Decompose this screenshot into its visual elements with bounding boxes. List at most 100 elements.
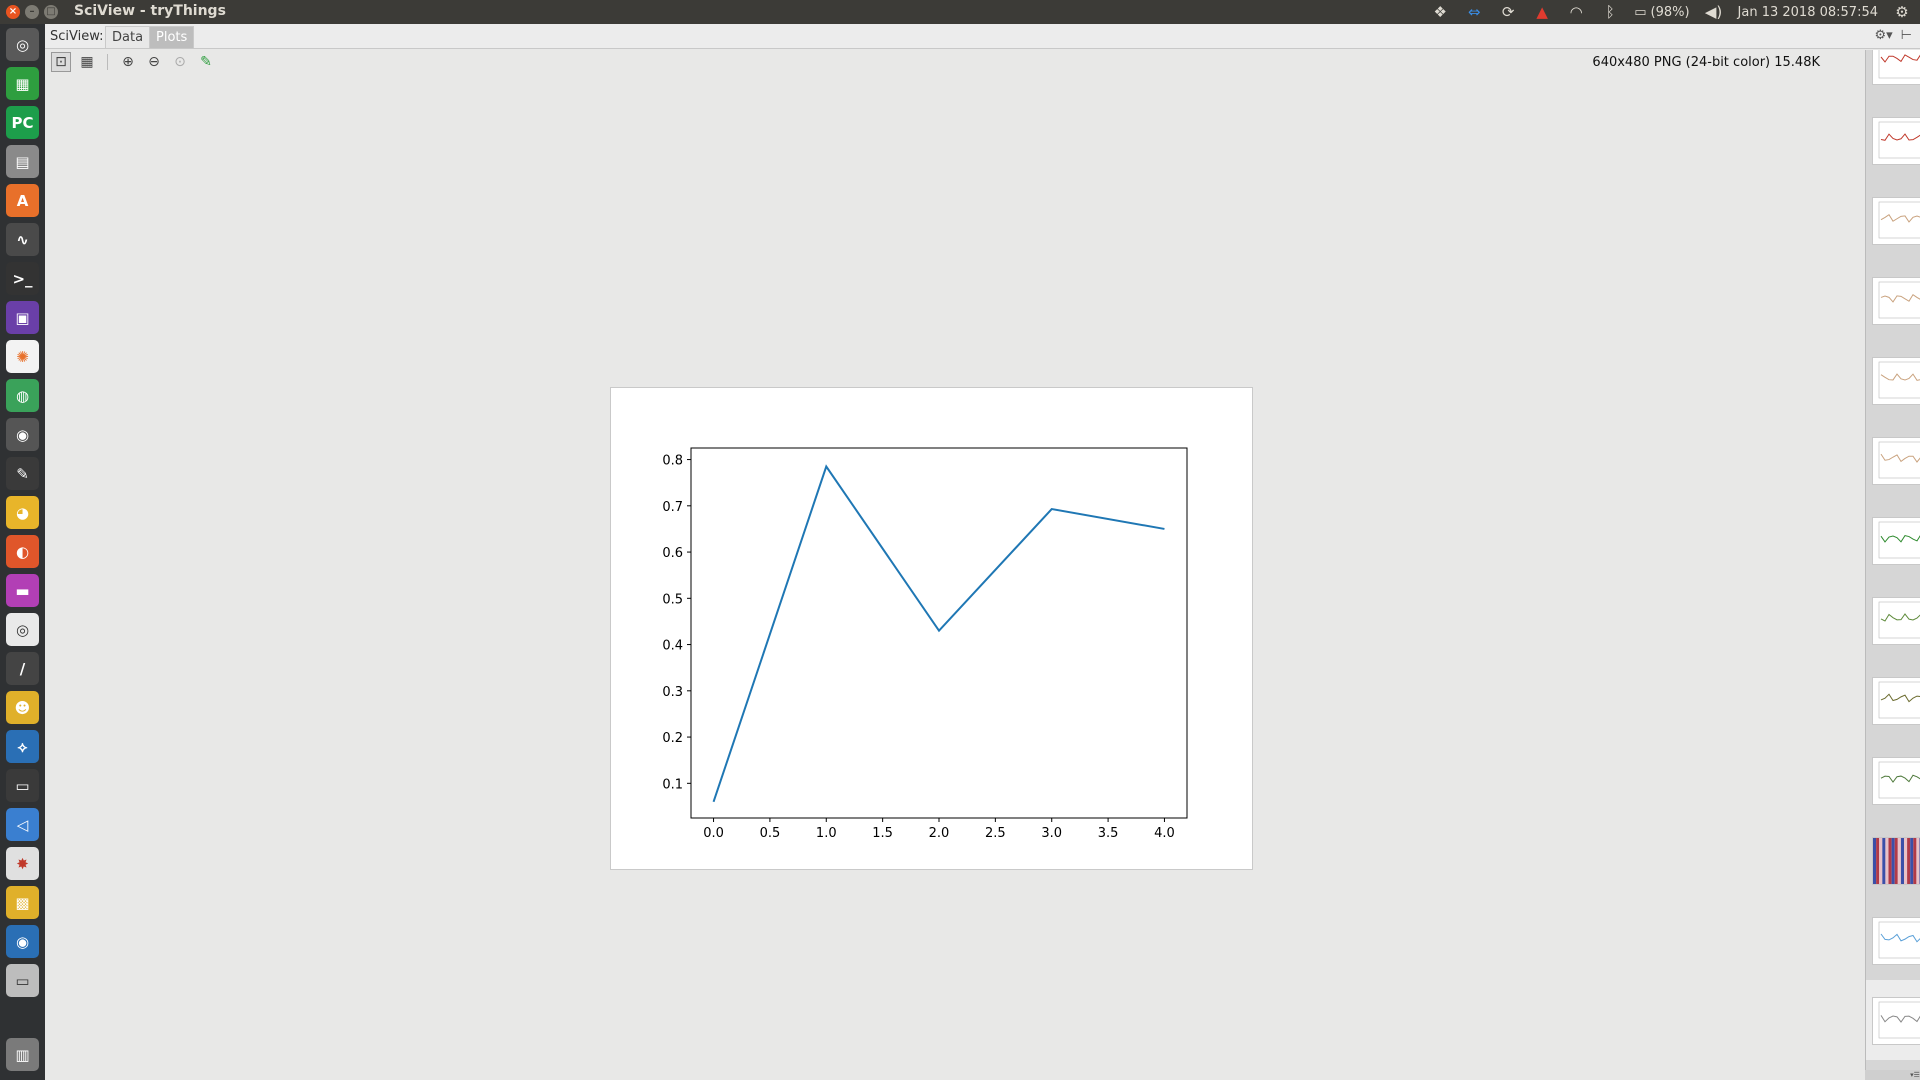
plot-thumbnail[interactable]: × — [1866, 420, 1920, 500]
pen-tool-icon[interactable]: ✎ — [6, 457, 39, 490]
volume-icon[interactable]: ◀) — [1704, 2, 1724, 22]
dash-icon[interactable]: ◎ — [6, 28, 39, 61]
firefox-icon[interactable]: ◐ — [6, 535, 39, 568]
thumbnail-image — [1872, 677, 1920, 725]
tab-bar: SciView: Data Plots ⚙▾ ⊢ — [45, 24, 1920, 49]
chrome-icon[interactable]: ◕ — [6, 496, 39, 529]
tab-plots[interactable]: Plots — [149, 26, 195, 48]
zoom-reset-icon[interactable]: ⊙ — [170, 52, 190, 72]
minimize-icon[interactable]: – — [25, 5, 39, 19]
x-tick-label: 4.0 — [1154, 826, 1175, 841]
plot-thumbnail[interactable]: × — [1866, 580, 1920, 660]
close-icon[interactable]: × — [6, 5, 20, 19]
graph-icon[interactable]: ✺ — [6, 340, 39, 373]
bluetooth-icon[interactable]: ᛒ — [1600, 2, 1620, 22]
plot-thumbnail[interactable]: × — [1866, 260, 1920, 340]
gear-icon[interactable]: ⚙▾ — [1874, 28, 1892, 43]
thumbnail-cell — [1900, 838, 1904, 884]
maximize-icon[interactable]: □ — [44, 5, 58, 19]
dropbox-icon[interactable]: ❖ — [1430, 2, 1450, 22]
zoom-in-icon[interactable]: ⊕ — [118, 52, 138, 72]
thumbnail-chart — [1878, 761, 1920, 799]
wifi-icon[interactable]: ◠ — [1566, 2, 1586, 22]
thumbnail-cell — [1873, 838, 1877, 884]
thumbnail-line — [1880, 213, 1920, 223]
plot-thumbnail[interactable]: × — [1866, 740, 1920, 820]
plot-thumbnail[interactable]: × — [1866, 820, 1920, 900]
thumbnail-cell — [1879, 838, 1883, 884]
y-tick-label: 0.8 — [662, 454, 683, 469]
tool-icon[interactable]: ⟡ — [6, 730, 39, 763]
gear-icon[interactable]: ⚙ — [1892, 2, 1912, 22]
thumbnail-cell — [1897, 838, 1901, 884]
thumbnail-image — [1872, 277, 1920, 325]
camera-icon[interactable]: ◉ — [6, 418, 39, 451]
speaker-icon[interactable]: ◎ — [6, 613, 39, 646]
thumbnail-cell — [1885, 838, 1889, 884]
thumbnail-line — [1880, 1015, 1920, 1023]
files-icon[interactable]: ▤ — [6, 145, 39, 178]
thumbnail-frame — [1878, 281, 1920, 319]
x-tick-label: 1.0 — [816, 826, 837, 841]
thumbnail-chart — [1878, 601, 1920, 639]
plot-thumbnail[interactable]: × — [1866, 980, 1920, 1060]
thumbnail-line — [1880, 933, 1920, 943]
pin-icon[interactable]: ⊢ — [1901, 28, 1912, 43]
fit-window-icon[interactable]: ⊡ — [51, 52, 71, 72]
drive-icon[interactable]: ▭ — [6, 964, 39, 997]
battery-indicator[interactable]: ▭ (98%) — [1634, 5, 1689, 20]
x-tick-label: 0.0 — [703, 826, 724, 841]
plot-thumbnail[interactable]: × — [1866, 50, 1920, 100]
plot-thumbnail[interactable]: × — [1866, 100, 1920, 180]
actual-size-icon[interactable]: ▦ — [77, 52, 97, 72]
swirl-icon[interactable]: ◉ — [6, 925, 39, 958]
plot-thumbnail[interactable]: × — [1866, 180, 1920, 260]
plot-thumbnail[interactable]: × — [1866, 500, 1920, 580]
vscode-icon[interactable]: ◁ — [6, 808, 39, 841]
y-tick-label: 0.1 — [662, 777, 683, 792]
thumbnail-strip: ××××××××××××× — [1865, 50, 1920, 1080]
color-picker-icon[interactable]: ✎ — [196, 52, 216, 72]
plot-thumbnail[interactable]: × — [1866, 660, 1920, 740]
plot-area-frame — [690, 447, 1188, 819]
clock[interactable]: Jan 13 2018 08:57:54 — [1738, 5, 1878, 20]
video-icon[interactable]: ▬ — [6, 574, 39, 607]
thumbnail-image — [1872, 917, 1920, 965]
plot-thumbnail[interactable]: × — [1866, 340, 1920, 420]
warning-icon[interactable]: ▲ — [1532, 2, 1552, 22]
thumbnail-cell — [1882, 838, 1886, 884]
software-center-icon[interactable]: A — [6, 184, 39, 217]
plot-thumbnail[interactable]: × — [1866, 900, 1920, 980]
x-tick-label: 0.5 — [760, 826, 781, 841]
battery-percent: (98%) — [1650, 4, 1690, 20]
game-icon[interactable]: ☻ — [6, 691, 39, 724]
thumbnail-strip-footer: ▾☰ — [1865, 1070, 1920, 1080]
thumbnail-image — [1872, 517, 1920, 565]
x-tick-label: 1.5 — [872, 826, 893, 841]
thumbnail-chart — [1878, 121, 1920, 159]
puzzle-icon[interactable]: ▩ — [6, 886, 39, 919]
calculator-icon[interactable]: ▭ — [6, 769, 39, 802]
network-icon[interactable]: ◍ — [6, 379, 39, 412]
thumbnail-chart — [1878, 681, 1920, 719]
spreadsheet-icon[interactable]: ▦ — [6, 67, 39, 100]
system-monitor-icon[interactable]: ∿ — [6, 223, 39, 256]
save-icon[interactable]: ▣ — [6, 301, 39, 334]
toolbar-separator — [107, 54, 108, 70]
sync-icon[interactable]: ⟳ — [1498, 2, 1518, 22]
trash-icon[interactable]: ▥ — [6, 1038, 39, 1071]
terminal-icon[interactable]: >_ — [6, 262, 39, 295]
pycharm-icon[interactable]: PC — [6, 106, 39, 139]
zoom-out-icon[interactable]: ⊖ — [144, 52, 164, 72]
thumbnail-frame — [1878, 681, 1920, 719]
thumbnail-chart — [1878, 361, 1920, 399]
thumbnail-chart — [1878, 281, 1920, 319]
teamviewer-icon[interactable]: ⇔ — [1464, 2, 1484, 22]
tab-data[interactable]: Data — [105, 26, 151, 48]
y-tick-label: 0.6 — [662, 546, 683, 561]
thumbnail-image — [1872, 357, 1920, 405]
web-icon[interactable]: ✸ — [6, 847, 39, 880]
thumbnail-chart — [1878, 201, 1920, 239]
brush-icon[interactable]: / — [6, 652, 39, 685]
thumbnail-frame — [1878, 921, 1920, 959]
